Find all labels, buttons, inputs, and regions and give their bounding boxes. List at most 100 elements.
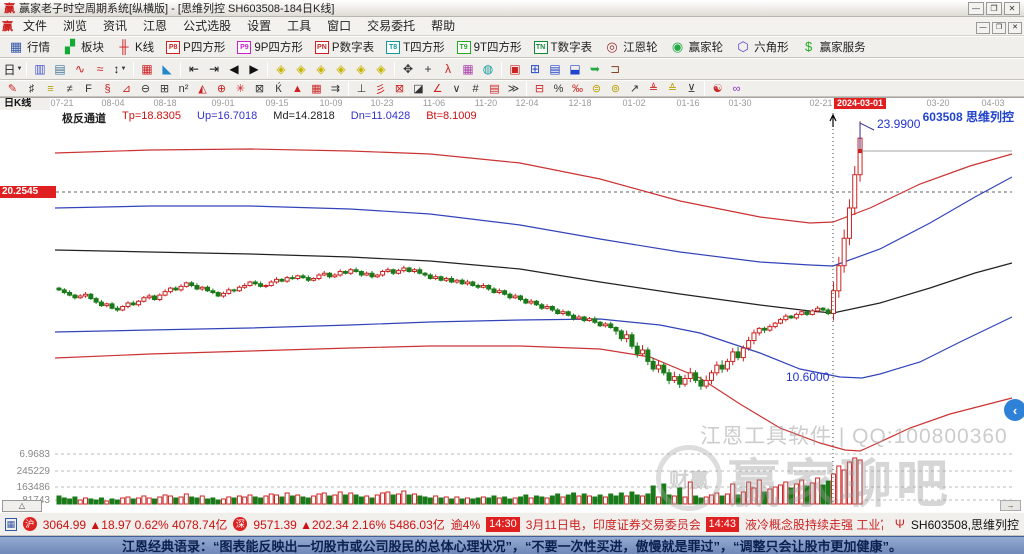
square-number-tool[interactable]: n² [174, 81, 193, 96]
grid-lines-tool[interactable]: ♯ [22, 81, 41, 96]
percent-tool[interactable]: % [549, 81, 568, 96]
menu-item-设置[interactable]: 设置 [239, 18, 279, 35]
9p-square-button[interactable]: P9 9P四方形 [232, 38, 308, 57]
minimize-button[interactable]: — [968, 1, 984, 15]
gann-levels-tool[interactable]: ≡ [41, 81, 60, 96]
notepad-tool[interactable]: ▤ [545, 60, 565, 79]
support-line-tool[interactable]: ⊥ [352, 81, 371, 96]
color-legend-icon[interactable]: ◣ [157, 60, 177, 79]
t-number-table-button[interactable]: TN T数字表 [529, 38, 598, 57]
menu-item-交易委托[interactable]: 交易委托 [359, 18, 423, 35]
rays-tool[interactable]: 彡 [371, 81, 390, 96]
volume-pane-toggle-button[interactable]: △ [2, 500, 42, 512]
t-square-button[interactable]: T8 T四方形 [381, 38, 450, 57]
pencil-tool[interactable]: ✎ [3, 81, 22, 96]
full-level-tool[interactable]: ≙ [663, 81, 682, 96]
golden-circle2-tool[interactable]: ⊚ [606, 81, 625, 96]
first-bar-button[interactable]: ⇤ [184, 60, 204, 79]
menu-item-帮助[interactable]: 帮助 [423, 18, 463, 35]
period-day-dropdown[interactable]: 日 ▼ [3, 60, 23, 79]
market-quotes-button[interactable]: ▦ 行情 [3, 38, 55, 57]
xor-tool[interactable]: ⊻ [682, 81, 701, 96]
matrix-tool[interactable]: ▦ [307, 81, 326, 96]
menu-item-工具[interactable]: 工具 [279, 18, 319, 35]
hand-tool[interactable]: ✥ [398, 60, 418, 79]
kline-button[interactable]: ╫ K线 [111, 38, 159, 57]
check-tool[interactable]: ∨ [447, 81, 466, 96]
close-button[interactable]: ✕ [1004, 1, 1020, 15]
save-tool[interactable]: ⬓ [565, 60, 585, 79]
zigzag-down-icon[interactable]: ≈ [90, 60, 110, 79]
fan-tool[interactable]: F [79, 81, 98, 96]
filled-box-tool[interactable]: ⊠ [390, 81, 409, 96]
cycle-tool[interactable]: ◍ [478, 60, 498, 79]
price-label-tool[interactable]: ⊟ [530, 81, 549, 96]
hash-grid-tool[interactable]: # [466, 81, 485, 96]
zigzag-up-icon[interactable]: ∿ [70, 60, 90, 79]
child-close-button[interactable]: ✕ [1008, 22, 1022, 34]
chart-type-icon[interactable]: ▥ [30, 60, 50, 79]
9t-square-button[interactable]: T9 9T四方形 [452, 38, 527, 57]
news-ticker-text[interactable]: 3月11日电，印度证券交易委员会主席表示，T+0结 [526, 516, 700, 533]
infinity-tool[interactable]: ∞ [727, 81, 746, 96]
calculator-tool[interactable]: ⊞ [525, 60, 545, 79]
menu-item-窗口[interactable]: 窗口 [319, 18, 359, 35]
golden-circle-tool[interactable]: ⊜ [587, 81, 606, 96]
gann-diamond-6[interactable]: ◈ [371, 60, 391, 79]
hexagon-button[interactable]: ⬡ 六角形 [730, 38, 794, 57]
grid-overlay-icon[interactable]: ▦ [137, 60, 157, 79]
side-panel-chevron-button[interactable]: ‹ [1004, 399, 1024, 421]
purple-grid-tool[interactable]: ▦ [458, 60, 478, 79]
menu-item-浏览[interactable]: 浏览 [55, 18, 95, 35]
winner-wheel-button[interactable]: ◉ 赢家轮 [665, 38, 729, 57]
last-bar-button[interactable]: ⇥ [204, 60, 224, 79]
gann-diamond-3[interactable]: ◈ [311, 60, 331, 79]
gann-diamond-4[interactable]: ◈ [331, 60, 351, 79]
taiji-tool[interactable]: ☯ [708, 81, 727, 96]
menu-item-公式选股[interactable]: 公式选股 [175, 18, 239, 35]
winner-service-button[interactable]: $ 赢家服务 [796, 38, 871, 57]
starburst-tool[interactable]: ✳ [231, 81, 250, 96]
permille-tool[interactable]: ‰ [568, 81, 587, 96]
ruled-box-tool[interactable]: ▤ [485, 81, 504, 96]
gann-diamond-5[interactable]: ◈ [351, 60, 371, 79]
arrows-tool[interactable]: ⇉ [326, 81, 345, 96]
crosshair-tool[interactable]: + [418, 60, 438, 79]
box-x-tool[interactable]: ⊠ [250, 81, 269, 96]
square-grid-tool[interactable]: ⊞ [155, 81, 174, 96]
p-square-button[interactable]: P8 P四方形 [161, 38, 230, 57]
shaded-box-tool[interactable]: ◪ [409, 81, 428, 96]
tower-tool[interactable]: ▲ [288, 81, 307, 96]
gann-wheel-button[interactable]: ◎ 江恩轮 [599, 38, 663, 57]
child-restore-button[interactable]: ❐ [992, 22, 1006, 34]
sectors-button[interactable]: ▞ 板块 [57, 38, 109, 57]
menu-item-资讯[interactable]: 资讯 [95, 18, 135, 35]
next-bar-button[interactable]: ▶ [244, 60, 264, 79]
scale-dropdown[interactable]: ↕ ▼ [110, 60, 130, 79]
gann-circle-tool[interactable]: ⊕ [212, 81, 231, 96]
kline-mark-tool[interactable]: Ќ [269, 81, 288, 96]
restore-button[interactable]: ❐ [986, 1, 1002, 15]
gann-diamond-2[interactable]: ◈ [291, 60, 311, 79]
cart-tool[interactable]: ⊐ [605, 60, 625, 79]
info-panel-icon[interactable]: ▤ [50, 60, 70, 79]
tab-daily-kline[interactable]: 日K线 [0, 98, 50, 110]
news-ticker-text[interactable]: 液冷概念股持续走强 工业富联涨超7%创 [745, 516, 883, 533]
ellipse-tool[interactable]: ⊖ [136, 81, 155, 96]
picker-tool[interactable]: λ [438, 60, 458, 79]
p-number-table-button[interactable]: PN P数字表 [310, 38, 379, 57]
angle-lines-tool[interactable]: ≠ [60, 81, 79, 96]
trend-arrow-tool[interactable]: ↗ [625, 81, 644, 96]
triangle-ruler-tool[interactable]: ⊿ [117, 81, 136, 96]
delta-level-tool[interactable]: ≜ [644, 81, 663, 96]
pyramid-tool[interactable]: ◭ [193, 81, 212, 96]
menu-item-江恩[interactable]: 江恩 [135, 18, 175, 35]
scroll-right-button[interactable]: → [1000, 500, 1021, 511]
prev-bar-button[interactable]: ◀ [224, 60, 244, 79]
gann-diamond-1[interactable]: ◈ [271, 60, 291, 79]
keyboard-icon[interactable]: ▦ [5, 517, 17, 531]
menu-item-文件[interactable]: 文件 [15, 18, 55, 35]
angle-tool[interactable]: ∠ [428, 81, 447, 96]
spiral-tool[interactable]: § [98, 81, 117, 96]
calendar-tool[interactable]: ▣ [505, 60, 525, 79]
